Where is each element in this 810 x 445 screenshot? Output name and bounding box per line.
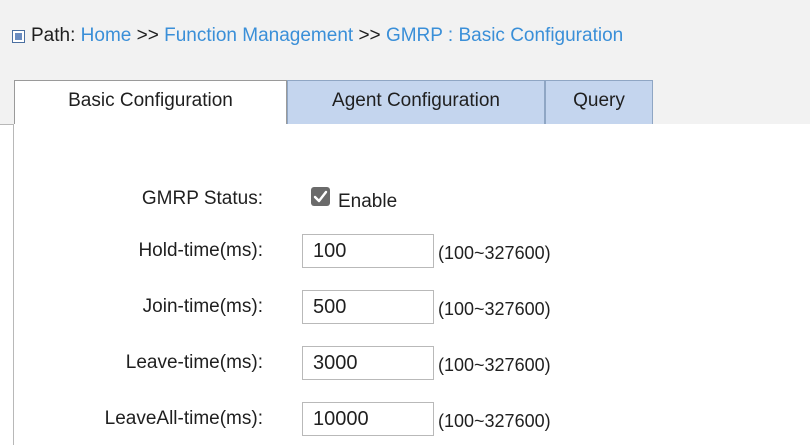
breadcrumb-separator: >> [358,25,381,46]
breadcrumb-colon: : [447,25,454,46]
gmrp-status-row: GMRP Status: Enable [14,182,810,216]
gmrp-enable-label[interactable]: Enable [338,191,397,213]
leaveall-time-range: (100~327600) [438,411,551,431]
breadcrumb-function-management-link[interactable]: Function Management [164,25,353,46]
tab-strip: Basic Configuration Agent Configuration … [0,76,810,125]
hold-time-input[interactable] [302,234,434,268]
breadcrumb-home-link[interactable]: Home [81,25,132,46]
gmrp-enable-checkbox[interactable] [311,187,330,206]
leave-time-row: Leave-time(ms): (100~327600) [14,346,810,380]
path-bar: Path: Home >> Function Management >> GMR… [0,0,810,76]
tab-agent-configuration[interactable]: Agent Configuration [287,80,545,124]
hold-time-row: Hold-time(ms): (100~327600) [14,234,810,268]
breadcrumb-separator: >> [136,25,159,46]
breadcrumb-gmrp-link[interactable]: GMRP [386,25,443,46]
leave-time-label: Leave-time(ms): [125,352,263,373]
gmrp-status-label: GMRP Status: [141,188,263,209]
basic-configuration-panel: GMRP Status: Enable Hold-time(ms): (100~… [13,124,810,445]
breadcrumb-label: Path: [31,25,76,46]
leaveall-time-label: LeaveAll-time(ms): [104,408,263,429]
leave-time-range: (100~327600) [438,355,551,375]
join-time-range: (100~327600) [438,299,551,319]
leave-time-input[interactable] [302,346,434,380]
breadcrumb: Path: Home >> Function Management >> GMR… [31,25,623,47]
leaveall-time-row: LeaveAll-time(ms): (100~327600) [14,402,810,436]
square-bullet-icon [12,30,25,43]
join-time-row: Join-time(ms): (100~327600) [14,290,810,324]
checkmark-icon [313,190,328,203]
leaveall-time-input[interactable] [302,402,434,436]
join-time-label: Join-time(ms): [142,296,263,317]
hold-time-range: (100~327600) [438,243,551,263]
hold-time-label: Hold-time(ms): [138,240,263,261]
tab-basic-configuration[interactable]: Basic Configuration [14,80,287,125]
tab-query[interactable]: Query [545,80,653,124]
join-time-input[interactable] [302,290,434,324]
breadcrumb-current-page: Basic Configuration [458,25,624,46]
